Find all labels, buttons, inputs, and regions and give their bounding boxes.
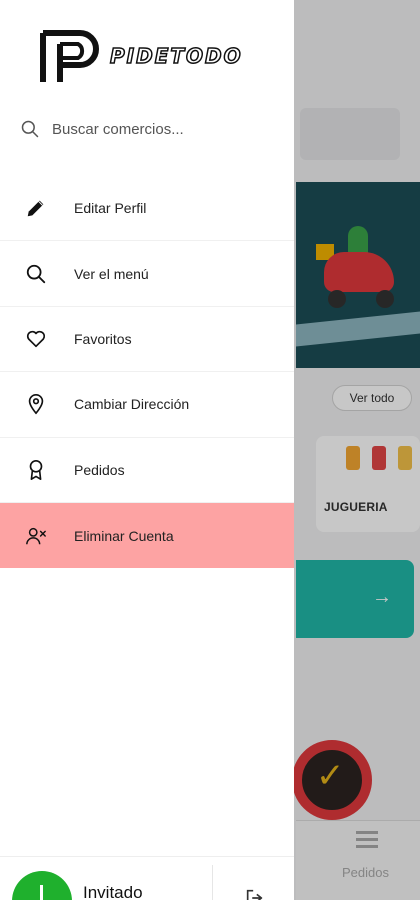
heart-icon [26,330,46,348]
menu-item-label: Eliminar Cuenta [74,527,174,544]
award-icon [29,459,43,480]
brand-name: PIDETODO [109,43,243,69]
search-icon [26,264,46,283]
menu-item-label: Editar Perfil [74,200,147,217]
menu-item-favorites[interactable]: Favoritos [0,307,294,373]
menu-item-view-menu[interactable]: Ver el menú [0,241,294,307]
menu-item-label: Favoritos [74,330,132,347]
menu-item-label: Pedidos [74,461,125,478]
menu-item-delete-account[interactable]: Eliminar Cuenta [0,502,294,569]
search-input[interactable] [52,120,272,138]
search-bar[interactable] [20,114,280,144]
avatar[interactable] [12,871,72,900]
search-icon [21,120,39,138]
drawer-footer: Invitado [0,856,294,900]
footer-divider [212,865,213,900]
menu-item-label: Cambiar Dirección [74,396,190,413]
menu-item-edit-profile[interactable]: Editar Perfil [0,176,294,242]
logout-icon[interactable] [244,887,266,900]
user-remove-icon [26,527,46,544]
user-icon [40,885,43,900]
pencil-icon [27,200,44,217]
brand-mark-icon [40,30,99,82]
navigation-drawer: PIDETODO Editar Perfil Ve [0,0,294,900]
menu-item-label: Ver el menú [74,265,149,282]
menu-item-orders[interactable]: Pedidos [0,438,294,503]
drawer-menu: Editar Perfil Ver el menú Favoritos Camb… [0,176,294,569]
menu-item-change-address[interactable]: Cambiar Dirección [0,372,294,438]
location-pin-icon [28,394,44,415]
user-name: Invitado [83,883,143,900]
